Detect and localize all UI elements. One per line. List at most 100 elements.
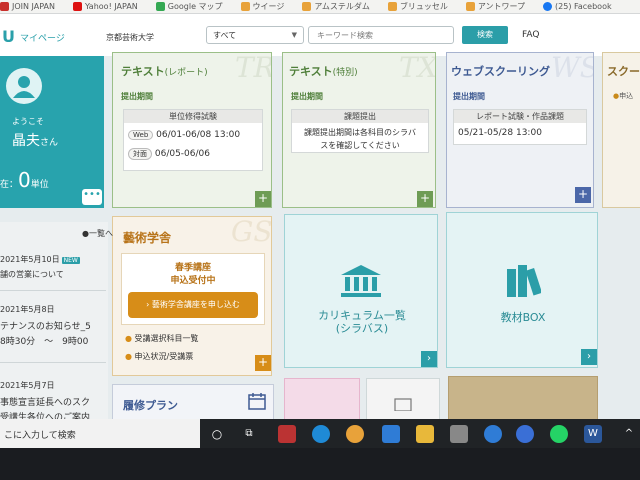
bookmark-3[interactable]: ウイージ [240, 1, 284, 12]
word-icon[interactable]: W [584, 425, 602, 443]
plus-button[interactable]: + [575, 187, 591, 203]
news-item[interactable]: 2021年5月7日 事態宣言延長へのスク 受講生各位へのご案内 [0, 380, 90, 423]
plus-button[interactable]: + [255, 191, 271, 207]
map-pin-icon [155, 2, 165, 11]
divider [0, 290, 106, 291]
university-name: 京都芸術大学 [106, 33, 154, 42]
plus-button[interactable]: + [255, 355, 271, 371]
web-exam-box-head: レポート試験・作品課題 [454, 110, 586, 123]
card-pink-partial[interactable] [284, 378, 360, 424]
calendar-icon [394, 398, 412, 411]
card-geijutsu-gakusha[interactable]: GS 藝術学舎 春季講座 申込受付中 › 藝術学舎講座を申し込む ● 受講選択科… [112, 216, 272, 376]
chevron-right-icon: ● [125, 334, 132, 343]
search-button[interactable]: 検索 [462, 26, 508, 44]
card-text-special[interactable]: TX テキスト(特別) 提出期間 課題提出 課題提出期間は各科目のシラバ スを確… [282, 52, 436, 208]
bookmark-1[interactable]: Yahoo! JAPAN [73, 2, 138, 11]
browser-icon[interactable] [484, 425, 502, 443]
bookmarks-bar: JOIN JAPAN Yahoo! JAPAN Google マップ ウイージ … [0, 0, 640, 14]
chevron-right-icon: ● [125, 352, 132, 361]
card-title: 履修プラン [123, 399, 178, 412]
avatar [6, 68, 42, 104]
user-name: 晶夫さん [12, 133, 59, 149]
credits-display: 在：0単位 [0, 168, 49, 192]
building-icon [341, 265, 381, 297]
cortana-icon[interactable]: ○ [208, 425, 226, 443]
exam-row-taimen: 対面 06/05-06/06 [128, 148, 210, 160]
card-curriculum[interactable]: カリキュラム一覧 (シラバス) › [284, 214, 438, 368]
folder-icon [465, 2, 475, 11]
card-image-partial[interactable] [448, 376, 598, 424]
exam-box-head: 単位修得試験 [124, 110, 262, 123]
store-icon[interactable] [450, 425, 468, 443]
course-box: 春季講座 申込受付中 › 藝術学舎講座を申し込む [121, 253, 265, 325]
user-icon [7, 69, 41, 103]
card-title: スクー [607, 65, 640, 78]
news-item[interactable]: 2021年5月8日 テナンスのお知らせ_5 8時30分 ～ 9時00 [0, 304, 91, 347]
app-icon[interactable] [278, 425, 296, 443]
mail-icon[interactable] [382, 425, 400, 443]
chevron-right-button[interactable]: › [581, 349, 597, 365]
card-schooling[interactable]: スクー ●申込 [602, 52, 640, 208]
card-calendar-partial[interactable] [366, 378, 440, 424]
bookmark-5[interactable]: ブリュッセル [387, 1, 448, 12]
greeting-text: ようこそ [12, 117, 44, 126]
keyword-search-input[interactable]: キーワード検索 [308, 26, 454, 44]
plus-button[interactable]: + [417, 191, 433, 207]
card-title: 藝術学舎 [123, 231, 172, 245]
card-watermark: TX [399, 52, 436, 84]
edge-icon[interactable] [312, 425, 330, 443]
news-list: ●一覧へ 2021年5月10日 NEW 舗の営業について 2021年5月8日 テナ… [0, 222, 113, 448]
card-title: テキスト(レポート) [121, 65, 208, 78]
folder-icon [302, 2, 312, 11]
profile-more-button[interactable]: ••• [82, 189, 102, 205]
folder-icon [387, 2, 397, 11]
site-header: U マイページ 京都芸術大学 すべて ▼ キーワード検索 検索 FAQ [0, 14, 640, 56]
chevron-right-icon: ● [82, 229, 89, 238]
schooling-sub: ●申込 [613, 92, 634, 100]
calendar-icon [248, 393, 266, 410]
chevron-up-icon[interactable]: ^ [620, 425, 638, 443]
app-icon[interactable] [516, 425, 534, 443]
curriculum-label: カリキュラム一覧 (シラバス) [318, 309, 406, 335]
card-watermark: GS [231, 216, 272, 248]
card-watermark: TR [235, 52, 272, 84]
tag-taimen: 対面 [128, 148, 152, 160]
web-exam-box: レポート試験・作品課題 05/21-05/28 13:00 [453, 109, 587, 145]
apply-course-button[interactable]: › 藝術学舎講座を申し込む [128, 292, 258, 318]
profile-card: ようこそ 晶夫さん 在：0単位 ••• [0, 56, 104, 208]
card-title: ウェブスクーリング [451, 65, 550, 78]
card-text-report[interactable]: TR テキスト(レポート) 提出期間 単位修得試験 Web 06/01-06/0… [112, 52, 272, 208]
bookmark-6[interactable]: アントワープ [465, 1, 525, 12]
chrome-icon[interactable] [346, 425, 364, 443]
whatsapp-icon[interactable] [550, 425, 568, 443]
bookmark-icon [0, 2, 9, 11]
bookmark-2[interactable]: Google マップ [155, 1, 223, 12]
chevron-down-icon: ▼ [291, 31, 297, 39]
new-badge: NEW [61, 257, 80, 264]
period-label: 提出期間 [291, 92, 323, 101]
bookmark-7[interactable]: (25) Facebook [543, 2, 612, 11]
card-textbook-box[interactable]: 教材BOX › [446, 212, 598, 368]
folder-icon[interactable] [416, 425, 434, 443]
mypage-link[interactable]: マイページ [20, 31, 65, 44]
site-logo[interactable]: U [2, 27, 15, 46]
card-rishu-plan[interactable]: 履修プラン [112, 384, 274, 424]
folder-icon [240, 2, 250, 11]
textbook-label: 教材BOX [500, 311, 546, 324]
news-all-link[interactable]: ●一覧へ [82, 228, 113, 239]
application-status-link[interactable]: ● 申込状況/受講票 [125, 351, 193, 362]
category-select[interactable]: すべて ▼ [206, 26, 304, 44]
assignment-text: 課題提出期間は各科目のシラバ スを確認してください [304, 128, 416, 150]
chevron-right-icon: › [146, 300, 150, 309]
chevron-right-button[interactable]: › [421, 351, 437, 367]
faq-link[interactable]: FAQ [522, 30, 539, 40]
news-item[interactable]: 2021年5月10日 NEW 舗の営業について [0, 254, 80, 280]
period-label: 提出期間 [121, 92, 153, 101]
course-list-link[interactable]: ● 受講選択科目一覧 [125, 333, 199, 344]
bookmark-0[interactable]: JOIN JAPAN [0, 2, 55, 11]
task-view-icon[interactable]: ⧉ [240, 425, 258, 443]
tag-web: Web [128, 130, 154, 140]
bookmark-4[interactable]: アムステルダム [302, 1, 370, 12]
taskbar-search-input[interactable]: こに入力して検索 [0, 419, 200, 448]
card-web-schooling[interactable]: WS ウェブスクーリング 提出期間 レポート試験・作品課題 05/21-05/2… [446, 52, 594, 208]
